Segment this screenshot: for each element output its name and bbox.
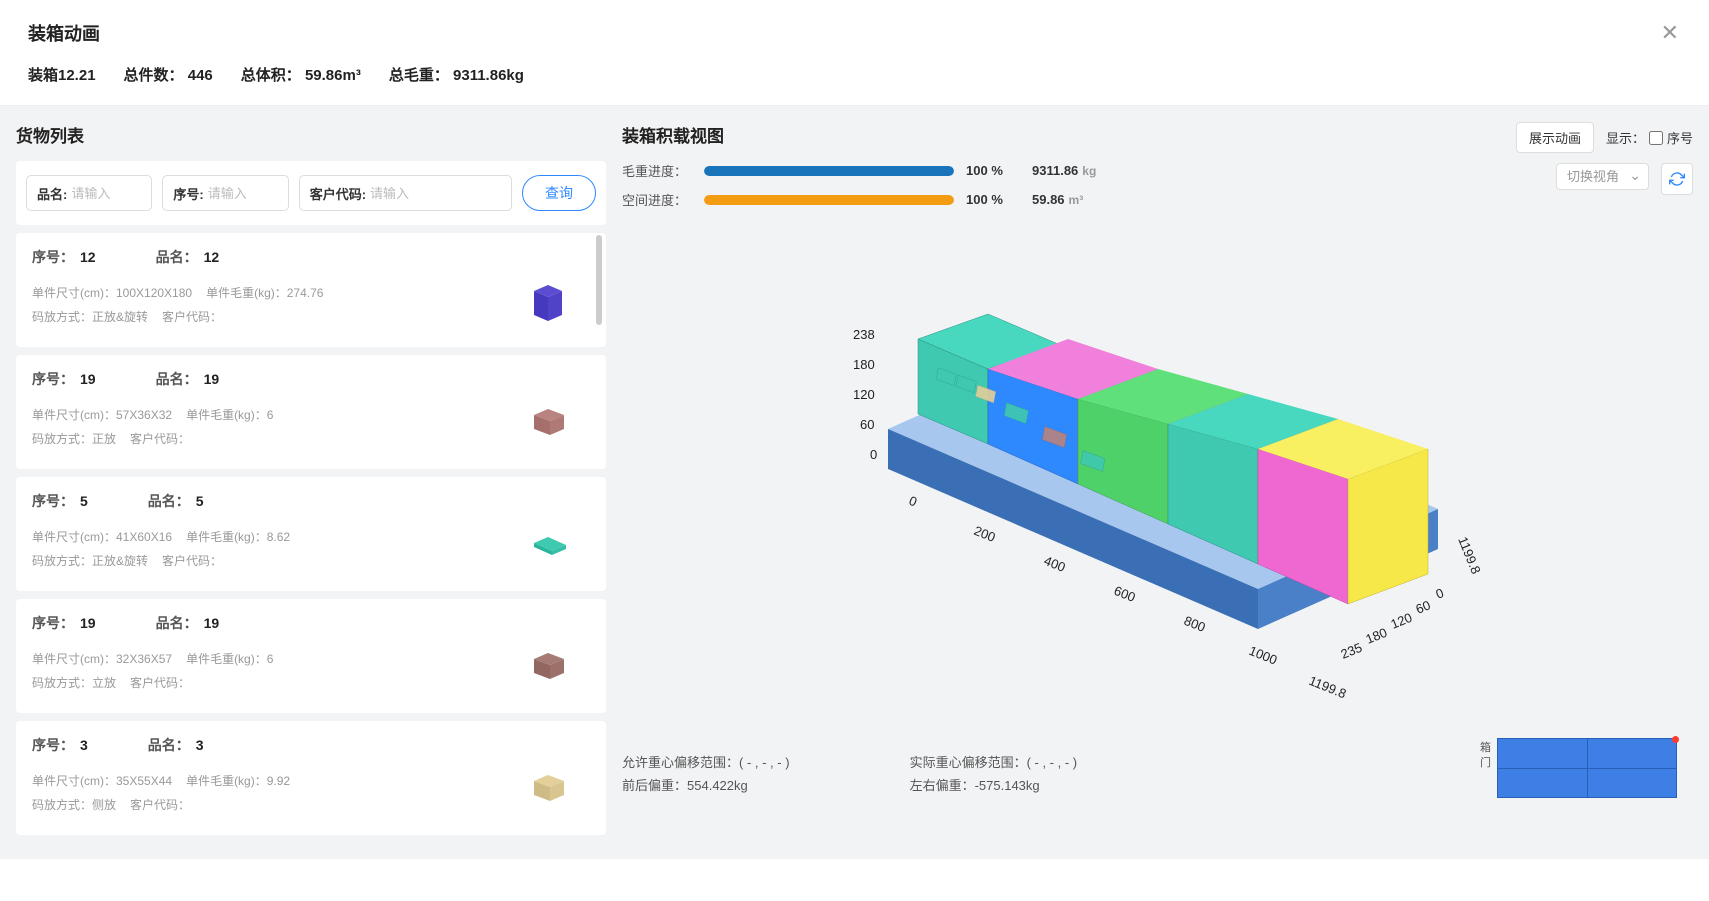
svg-text:60: 60: [860, 417, 874, 432]
cargo-seq: 序号：12: [32, 247, 96, 267]
svg-text:235: 235: [1338, 640, 1364, 662]
filter-seq-input[interactable]: [208, 186, 278, 201]
svg-text:1000: 1000: [1246, 643, 1278, 668]
cargo-detail: 单件尺寸(cm)：32X36X57单件毛重(kg)：6 码放方式：立放客户代码：: [32, 647, 590, 695]
close-icon[interactable]: ✕: [1661, 22, 1679, 44]
filter-bar: 品名: 序号: 客户代码: 查询: [16, 161, 606, 225]
filter-name: 品名:: [26, 175, 152, 211]
show-label: 显示： 序号: [1606, 128, 1693, 147]
cargo-name: 品名：19: [156, 613, 220, 633]
svg-text:120: 120: [1388, 610, 1414, 632]
svg-text:120: 120: [853, 387, 875, 402]
container-3d-svg: 238 180 120 60 0 0 200 400 600 800 1000 …: [818, 269, 1498, 709]
cargo-detail: 单件尺寸(cm)：41X60X16单件毛重(kg)：8.62 码放方式：正放&旋…: [32, 525, 590, 573]
scrollbar-thumb[interactable]: [596, 235, 602, 325]
cargo-seq: 序号：19: [32, 613, 96, 633]
page-title: 装箱动画: [28, 20, 1681, 46]
cargo-card[interactable]: 序号：19 品名：19 单件尺寸(cm)：57X36X32单件毛重(kg)：6 …: [16, 355, 606, 469]
cargo-list-panel: 货物列表 品名: 序号: 客户代码: 查询 序号：12 品名：12 单件尺寸(: [16, 122, 606, 843]
svg-text:400: 400: [1041, 553, 1067, 575]
space-progress-bar: [704, 195, 954, 205]
seq-checkbox[interactable]: [1649, 131, 1663, 145]
cargo-name: 品名：5: [148, 491, 204, 511]
load-view-panel: 装箱积载视图 毛重进度： 100 % 9311.86kg 空间进度： 100 %…: [622, 122, 1693, 843]
cargo-list-title: 货物列表: [16, 122, 606, 147]
cargo-detail: 单件尺寸(cm)：35X55X44单件毛重(kg)：9.92 码放方式：侧放客户…: [32, 769, 590, 817]
cargo-card[interactable]: 序号：12 品名：12 单件尺寸(cm)：100X120X180单件毛重(kg)…: [16, 233, 606, 347]
summary-pieces: 总件数： 446: [124, 64, 213, 85]
minimap-marker-icon: [1672, 736, 1679, 743]
minimap-labels: 箱 门: [1480, 741, 1491, 772]
cargo-card[interactable]: 序号：3 品名：3 单件尺寸(cm)：35X55X44单件毛重(kg)：9.92…: [16, 721, 606, 835]
svg-text:1199.8: 1199.8: [1306, 673, 1348, 701]
cargo-detail: 单件尺寸(cm)：100X120X180单件毛重(kg)：274.76 码放方式…: [32, 281, 590, 329]
cargo-name: 品名：19: [156, 369, 220, 389]
svg-text:238: 238: [853, 327, 875, 342]
weight-progress-row: 毛重进度： 100 % 9311.86kg: [622, 161, 1096, 180]
cargo-box-icon: [530, 647, 566, 683]
svg-text:600: 600: [1111, 583, 1137, 605]
cargo-box-icon: [530, 525, 566, 561]
cargo-name: 品名：3: [148, 735, 204, 755]
container-3d-view[interactable]: 238 180 120 60 0 0 200 400 600 800 1000 …: [622, 239, 1693, 739]
cargo-detail: 单件尺寸(cm)：57X36X32单件毛重(kg)：6 码放方式：正放客户代码：: [32, 403, 590, 451]
minimap[interactable]: 箱 门: [1497, 738, 1677, 798]
cargo-box-icon: [530, 281, 566, 317]
cargo-box-icon: [530, 769, 566, 805]
cargo-list[interactable]: 序号：12 品名：12 单件尺寸(cm)：100X120X180单件毛重(kg)…: [16, 233, 606, 843]
svg-text:60: 60: [1413, 597, 1432, 616]
summary-volume: 总体积： 59.86m³: [241, 64, 361, 85]
filter-name-input[interactable]: [71, 186, 141, 201]
cargo-seq: 序号：3: [32, 735, 88, 755]
cargo-name: 品名：12: [156, 247, 220, 267]
summary-weight: 总毛重： 9311.86kg: [389, 64, 524, 85]
summary-container: 装箱12.21: [28, 64, 96, 85]
cargo-seq: 序号：19: [32, 369, 96, 389]
svg-text:200: 200: [971, 523, 997, 545]
svg-text:180: 180: [853, 357, 875, 372]
cargo-seq: 序号：5: [32, 491, 88, 511]
weight-progress-bar: [704, 166, 954, 176]
svg-text:1199.8: 1199.8: [1455, 535, 1483, 577]
cargo-card[interactable]: 序号：19 品名：19 单件尺寸(cm)：32X36X57单件毛重(kg)：6 …: [16, 599, 606, 713]
svg-text:0: 0: [870, 447, 877, 462]
query-button[interactable]: 查询: [522, 175, 596, 211]
cargo-box-icon: [530, 403, 566, 439]
refresh-button[interactable]: [1661, 163, 1693, 195]
space-progress-row: 空间进度： 100 % 59.86m³: [622, 190, 1096, 209]
show-animation-button[interactable]: 展示动画: [1516, 122, 1594, 153]
view-select[interactable]: 切换视角: [1556, 163, 1649, 190]
svg-text:0: 0: [1433, 585, 1445, 602]
filter-cust: 客户代码:: [299, 175, 512, 211]
cargo-card[interactable]: 序号：5 品名：5 单件尺寸(cm)：41X60X16单件毛重(kg)：8.62…: [16, 477, 606, 591]
svg-text:800: 800: [1181, 613, 1207, 635]
load-view-title: 装箱积载视图: [622, 122, 1096, 147]
filter-cust-input[interactable]: [370, 186, 450, 201]
svg-text:180: 180: [1363, 625, 1389, 647]
summary-bar: 装箱12.21 总件数： 446 总体积： 59.86m³ 总毛重： 9311.…: [0, 56, 1709, 106]
filter-seq: 序号:: [162, 175, 288, 211]
svg-text:0: 0: [906, 493, 918, 510]
header: 装箱动画 ✕: [0, 0, 1709, 56]
refresh-icon: [1669, 171, 1685, 187]
